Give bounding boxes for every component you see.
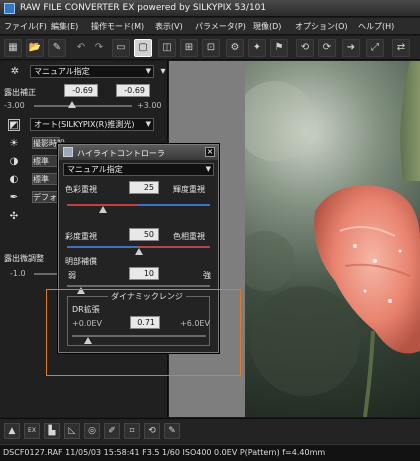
exposure-value[interactable]: -0.69 [64, 84, 98, 97]
rotate-left-icon[interactable]: ⟲ [296, 39, 314, 57]
color-priority-label: 色彩重視 [65, 185, 97, 194]
crop-frame-icon[interactable]: ⌗ [124, 423, 140, 439]
forward-icon[interactable]: ➜ [342, 39, 360, 57]
chevron-down-icon: ▼ [205, 165, 211, 173]
levels-icon[interactable]: ▙ [44, 423, 60, 439]
poppy-photo [245, 61, 420, 417]
menu-option[interactable]: オプション(O) [295, 21, 348, 32]
photo-preview[interactable] [245, 61, 420, 417]
curve-icon[interactable]: ◺ [64, 423, 80, 439]
saturation-priority-label: 彩度重視 [65, 232, 97, 241]
param-row-standard-2[interactable]: 標準 [32, 173, 60, 185]
bright-strong-label: 強 [203, 271, 211, 280]
run-icon[interactable]: ⚑ [270, 39, 288, 57]
gear-icon[interactable]: ⚙ [226, 39, 244, 57]
chevron-down-icon[interactable]: ▾ [157, 66, 169, 78]
white-balance-combo[interactable]: オート(SILKYPIX(R)推測光) ▼ [30, 118, 154, 131]
fit-icon[interactable]: ⤢ [366, 39, 384, 57]
crop-icon[interactable]: ⊞ [180, 39, 198, 57]
param-row-standard-1[interactable]: 標準 [32, 155, 60, 167]
dialog-preset-combo[interactable]: マニュアル指定 ▼ [63, 163, 214, 176]
color-slider-thumb[interactable] [98, 206, 107, 213]
exposure-fine-min: -1.0 [10, 269, 26, 278]
bright-weak-label: 弱 [68, 271, 76, 280]
tools-icon[interactable]: ✣ [8, 211, 20, 223]
single-view-icon[interactable]: ▭ [112, 39, 130, 57]
circle-icon[interactable]: ◎ [84, 423, 100, 439]
saturation-priority-value[interactable]: 50 [129, 228, 159, 241]
preview-icon[interactable]: ▢ [134, 39, 152, 57]
pointer-icon[interactable]: ▲ [4, 423, 20, 439]
redo-icon[interactable]: ↷ [90, 39, 108, 57]
exif-icon[interactable]: EX [24, 423, 40, 439]
preset-combo[interactable]: マニュアル指定 ▼ [30, 65, 154, 78]
menu-bar: ファイル(F) 編集(E) 操作モード(M) 表示(V) パラメータ(P) 現像… [0, 18, 420, 35]
highlight-annotation-frame [46, 289, 241, 376]
paint-icon[interactable]: ✐ [104, 423, 120, 439]
hue-priority-label: 色相重視 [173, 232, 205, 241]
title-bar: RAW FILE CONVERTER EX powered by SILKYPI… [0, 0, 420, 17]
exposure-fine-label: 露出微調整 [4, 254, 44, 263]
exposure-slider-track[interactable] [34, 105, 132, 107]
exposure-slider-thumb[interactable] [68, 101, 77, 108]
sharpen-icon[interactable]: ◫ [158, 39, 176, 57]
menu-edit[interactable]: 編集(E) [51, 21, 78, 32]
exposure-min: -3.00 [4, 101, 25, 110]
menu-help[interactable]: ヘルプ(H) [358, 21, 394, 32]
chevron-down-icon: ▼ [145, 120, 151, 128]
compare-icon[interactable]: ⇄ [392, 39, 410, 57]
sun-icon[interactable]: ☀ [8, 138, 20, 150]
color-priority-value[interactable]: 25 [129, 181, 159, 194]
white-balance-icon[interactable]: ◩ [8, 119, 20, 131]
param-row-shooting[interactable]: 撮影時設 [32, 137, 65, 149]
brush-icon[interactable]: ✒ [8, 192, 20, 204]
dialog-title-bar[interactable]: ハイライトコントローラ × [59, 145, 218, 160]
app-icon [4, 3, 15, 14]
bottom-toolbar: ▲ EX ▙ ◺ ◎ ✐ ⌗ ⟲ ✎ [0, 418, 420, 444]
grid-view-icon[interactable]: ▦ [4, 39, 22, 57]
bright-compensation-value[interactable]: 10 [129, 267, 159, 280]
exposure-value-alt[interactable]: -0.69 [116, 84, 150, 97]
exposure-fine-track[interactable] [34, 273, 58, 275]
dialog-title: ハイライトコントローラ [77, 149, 165, 158]
param-row-default[interactable]: デフォ [32, 191, 60, 203]
luminance-priority-label: 輝度重視 [173, 185, 205, 194]
dialog-preset-value: マニュアル指定 [67, 165, 123, 174]
menu-develop[interactable]: 現像(D) [253, 21, 281, 32]
eyedropper-icon[interactable]: ✎ [164, 423, 180, 439]
develop-icon[interactable]: ✎ [48, 39, 66, 57]
color-icon[interactable]: ◐ [8, 174, 20, 186]
toolbar: ▦ 📂 ✎ ↶ ↷ ▭ ▢ ◫ ⊞ ⊡ ⚙ ✦ ⚑ ⟲ ⟳ ➜ ⤢ ⇄ [0, 36, 420, 60]
contrast-icon[interactable]: ◑ [8, 156, 20, 168]
white-balance-value: オート(SILKYPIX(R)推測光) [34, 120, 135, 129]
menu-view[interactable]: 表示(V) [155, 21, 183, 32]
gear-icon[interactable]: ✲ [9, 66, 21, 78]
menu-file[interactable]: ファイル(F) [4, 21, 47, 32]
aspect-icon[interactable]: ⊡ [202, 39, 220, 57]
status-bar: DSCF0127.RAF 11/05/03 15:58:41 F3.5 1/60… [0, 444, 420, 461]
dialog-app-icon [63, 147, 73, 157]
saturation-slider-thumb[interactable] [134, 248, 143, 255]
exposure-max: +3.00 [137, 101, 162, 110]
preset-combo-value: マニュアル指定 [34, 67, 90, 76]
window-title: RAW FILE CONVERTER EX powered by SILKYPI… [20, 3, 267, 13]
status-text: DSCF0127.RAF 11/05/03 15:58:41 F3.5 1/60… [3, 448, 326, 457]
magic-wand-icon[interactable]: ✦ [248, 39, 266, 57]
bright-slider-track[interactable] [67, 285, 210, 287]
rotate-right-icon[interactable]: ⟳ [318, 39, 336, 57]
undo-icon[interactable]: ↶ [72, 39, 90, 57]
folder-open-icon[interactable]: 📂 [26, 39, 44, 57]
menu-parameter[interactable]: パラメータ(P) [195, 21, 246, 32]
chevron-down-icon: ▼ [145, 67, 151, 75]
color-slider-track-right[interactable] [138, 204, 210, 206]
saturation-slider-track-left[interactable] [67, 246, 138, 248]
exposure-label: 露出補正 [4, 88, 36, 97]
close-icon[interactable]: × [205, 147, 215, 157]
saturation-slider-track-right[interactable] [138, 246, 210, 248]
rotate-icon[interactable]: ⟲ [144, 423, 160, 439]
bright-compensation-label: 明部補償 [65, 257, 97, 266]
menu-mode[interactable]: 操作モード(M) [91, 21, 144, 32]
